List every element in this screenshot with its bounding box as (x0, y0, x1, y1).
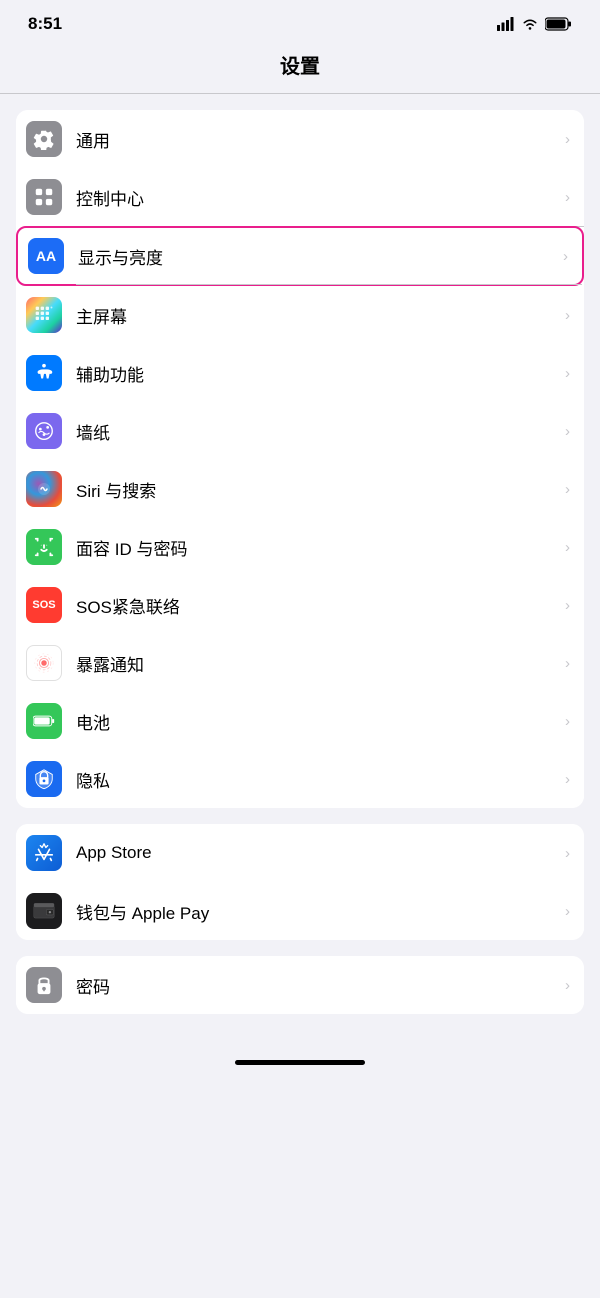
settings-row-home-screen[interactable]: 主屏幕 › (16, 286, 584, 344)
general-chevron: › (565, 131, 570, 148)
settings-group-3: 密码 › (16, 956, 584, 1014)
signal-icon (497, 17, 515, 31)
battery-settings-icon (26, 703, 62, 739)
exposure-icon (26, 645, 62, 681)
face-id-chevron: › (565, 539, 570, 556)
accessibility-icon (26, 355, 62, 391)
settings-group-2: App Store › 钱包与 Apple Pay › (16, 824, 584, 940)
control-center-label: 控制中心 (76, 185, 559, 210)
settings-row-accessibility[interactable]: 辅助功能 › (16, 344, 584, 402)
general-icon (26, 121, 62, 157)
settings-row-siri[interactable]: Siri 与搜索 › (16, 460, 584, 518)
home-screen-icon (26, 297, 62, 333)
general-label: 通用 (76, 127, 559, 152)
settings-row-display[interactable]: AA 显示与亮度 › (16, 226, 584, 286)
wallet-label: 钱包与 Apple Pay (76, 899, 559, 924)
wallet-icon (26, 893, 62, 929)
home-screen-chevron: › (565, 307, 570, 324)
settings-row-privacy[interactable]: 隐私 › (16, 750, 584, 808)
status-bar: 8:51 (0, 0, 600, 42)
status-icons (497, 17, 572, 31)
display-chevron: › (563, 248, 568, 265)
page-header: 设置 (0, 42, 600, 93)
password-icon (26, 967, 62, 1003)
battery-icon (545, 17, 572, 31)
page-title: 设置 (280, 56, 320, 78)
settings-row-wallpaper[interactable]: 墙纸 › (16, 402, 584, 460)
battery-label: 电池 (76, 709, 559, 734)
privacy-chevron: › (565, 771, 570, 788)
settings-group-1: 通用 › 控制中心 › AA 显示与亮度 › (16, 110, 584, 808)
status-time: 8:51 (28, 14, 62, 34)
sos-icon: SOS (26, 587, 62, 623)
wallpaper-icon (26, 413, 62, 449)
settings-row-password[interactable]: 密码 › (16, 956, 584, 1014)
home-screen-label: 主屏幕 (76, 303, 559, 328)
siri-chevron: › (565, 481, 570, 498)
privacy-label: 隐私 (76, 767, 559, 792)
appstore-chevron: › (565, 845, 570, 862)
exposure-label: 暴露通知 (76, 651, 559, 676)
home-indicator (235, 1060, 365, 1065)
settings-row-wallet[interactable]: 钱包与 Apple Pay › (16, 882, 584, 940)
password-chevron: › (565, 977, 570, 994)
siri-icon (26, 471, 62, 507)
wifi-icon (521, 17, 539, 31)
settings-row-appstore[interactable]: App Store › (16, 824, 584, 882)
display-icon: AA (28, 238, 64, 274)
sos-label: SOS紧急联络 (76, 593, 559, 618)
password-label: 密码 (76, 973, 559, 998)
settings-row-sos[interactable]: SOS SOS紧急联络 › (16, 576, 584, 634)
display-label: 显示与亮度 (78, 244, 557, 269)
siri-label: Siri 与搜索 (76, 477, 559, 502)
face-id-icon (26, 529, 62, 565)
settings-row-face-id[interactable]: 面容 ID 与密码 › (16, 518, 584, 576)
accessibility-chevron: › (565, 365, 570, 382)
wallet-chevron: › (565, 903, 570, 920)
sos-chevron: › (565, 597, 570, 614)
settings-row-battery[interactable]: 电池 › (16, 692, 584, 750)
settings-row-exposure[interactable]: 暴露通知 › (16, 634, 584, 692)
appstore-icon (26, 835, 62, 871)
battery-chevron: › (565, 713, 570, 730)
wallpaper-chevron: › (565, 423, 570, 440)
settings-row-control-center[interactable]: 控制中心 › (16, 168, 584, 226)
privacy-icon (26, 761, 62, 797)
exposure-chevron: › (565, 655, 570, 672)
accessibility-label: 辅助功能 (76, 361, 559, 386)
appstore-label: App Store (76, 843, 559, 863)
settings-row-general[interactable]: 通用 › (16, 110, 584, 168)
control-center-icon (26, 179, 62, 215)
wallpaper-label: 墙纸 (76, 419, 559, 444)
control-center-chevron: › (565, 189, 570, 206)
face-id-label: 面容 ID 与密码 (76, 535, 559, 560)
